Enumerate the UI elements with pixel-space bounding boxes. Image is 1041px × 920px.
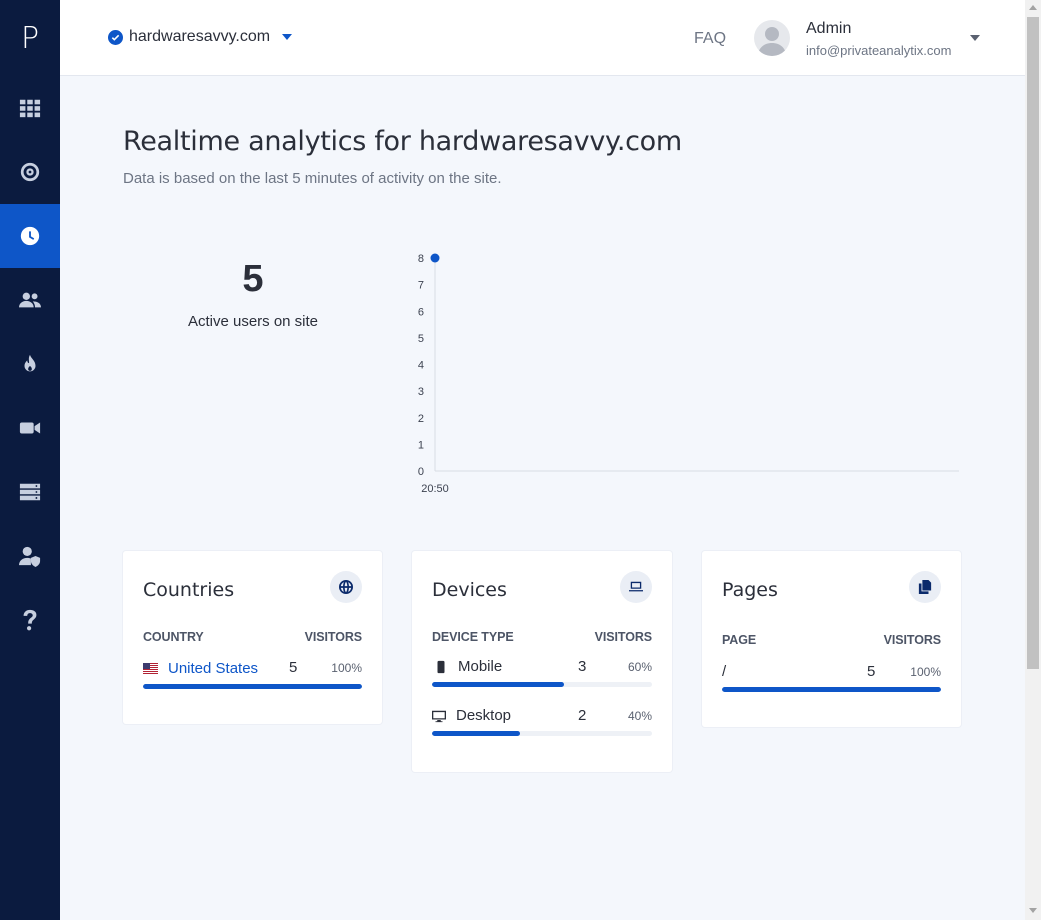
mobile-icon — [434, 660, 448, 674]
page-title: Realtime analytics for hardwaresavvy.com — [123, 126, 682, 157]
country-count: 5 — [289, 659, 298, 676]
scrollbar[interactable] — [1025, 0, 1041, 920]
pages-card: Pages PAGE VISITORS / 5 100% — [702, 551, 961, 727]
device-type-column-header: DEVICE TYPE — [432, 630, 514, 644]
y-tick-label: 7 — [418, 280, 424, 292]
nav-goals[interactable] — [0, 140, 60, 204]
copy-icon[interactable] — [909, 571, 941, 603]
nav-visitors[interactable] — [0, 268, 60, 332]
y-tick-label: 4 — [418, 360, 424, 372]
faq-link[interactable]: FAQ — [694, 30, 726, 48]
x-tick-label: 20:50 — [421, 483, 449, 495]
nav-help[interactable] — [0, 588, 60, 652]
video-icon — [19, 422, 41, 434]
scroll-down-icon[interactable] — [1029, 908, 1037, 913]
device-name: Mobile — [458, 658, 503, 675]
grid-icon — [19, 99, 41, 118]
check-circle-icon — [108, 29, 123, 45]
fire-icon — [24, 354, 36, 372]
page-bar — [722, 687, 941, 692]
active-users-label: Active users on site — [187, 313, 319, 330]
scroll-thumb[interactable] — [1027, 17, 1039, 669]
y-tick-label: 3 — [418, 386, 424, 398]
page-percent: 100% — [910, 665, 941, 679]
user-avatar-icon — [758, 27, 786, 56]
list-item[interactable]: United States — [143, 660, 258, 677]
countries-card: Countries COUNTRY VISITORS United States… — [123, 551, 382, 724]
page-path: / — [722, 663, 727, 680]
page-bar-fill — [722, 687, 941, 692]
nav-dashboard[interactable] — [0, 76, 60, 140]
device-bar-fill — [432, 682, 564, 687]
users-icon — [19, 292, 41, 308]
visitors-column-header: VISITORS — [304, 630, 362, 644]
devices-title: Devices — [432, 579, 507, 601]
y-tick-label: 6 — [418, 306, 424, 318]
y-tick-label: 0 — [418, 466, 424, 478]
target-icon — [20, 162, 40, 182]
page-count: 5 — [867, 663, 876, 680]
pages-title: Pages — [722, 579, 778, 601]
visitors-column-header: VISITORS — [883, 633, 941, 647]
country-name[interactable]: United States — [168, 660, 258, 677]
device-percent: 40% — [627, 709, 652, 723]
country-bar — [143, 684, 362, 689]
nav-realtime[interactable] — [0, 204, 60, 268]
question-icon — [23, 609, 37, 631]
data-point[interactable] — [430, 253, 440, 263]
page-subtitle: Data is based on the last 5 minutes of a… — [123, 170, 502, 187]
country-percent: 100% — [331, 661, 362, 675]
device-bar — [432, 731, 652, 736]
site-name: hardwaresavvy.com — [129, 28, 271, 45]
device-bar — [432, 682, 652, 687]
device-bar-fill — [432, 731, 520, 736]
app-logo[interactable]: P — [0, 0, 60, 76]
user-email: info@privateanalytix.com — [806, 43, 952, 58]
nav-heatmaps[interactable] — [0, 332, 60, 396]
devices-card: Devices DEVICE TYPE VISITORS Mobile 3 60… — [412, 551, 672, 772]
user-menu-chevron-icon[interactable] — [970, 35, 980, 41]
us-flag-icon — [143, 663, 158, 674]
user-name[interactable]: Admin — [806, 20, 851, 38]
country-bar-fill — [143, 684, 362, 689]
country-column-header: COUNTRY — [143, 630, 204, 644]
server-icon — [19, 483, 41, 501]
globe-icon[interactable] — [330, 571, 362, 603]
page-column-header: PAGE — [722, 633, 757, 647]
scroll-up-icon[interactable] — [1029, 5, 1037, 10]
nav-sites[interactable] — [0, 460, 60, 524]
list-item[interactable]: / — [722, 663, 726, 680]
site-selector[interactable]: hardwaresavvy.com — [108, 28, 293, 46]
y-tick-label: 2 — [418, 413, 424, 425]
y-tick-label: 1 — [418, 439, 424, 451]
nav-recordings[interactable] — [0, 396, 60, 460]
sidebar: P — [0, 0, 60, 920]
list-item[interactable]: Desktop — [432, 707, 511, 724]
desktop-icon — [432, 709, 446, 723]
clock-icon — [20, 226, 40, 246]
device-percent: 60% — [627, 660, 652, 674]
realtime-chart: 0 1 2 3 4 5 6 7 8 20:50 — [418, 253, 959, 495]
avatar[interactable] — [754, 20, 790, 56]
device-name: Desktop — [456, 707, 512, 724]
device-count: 2 — [578, 707, 587, 724]
user-shield-icon — [19, 546, 41, 567]
visitors-column-header: VISITORS — [594, 630, 652, 644]
device-count: 3 — [578, 658, 587, 675]
nav-users[interactable] — [0, 524, 60, 588]
chevron-down-icon — [282, 34, 293, 40]
y-tick-label: 5 — [418, 333, 424, 345]
list-item[interactable]: Mobile — [434, 658, 502, 675]
y-tick-label: 8 — [418, 253, 424, 265]
top-header: hardwaresavvy.com FAQ Admin info@private… — [60, 0, 1025, 76]
active-users-count: 5 — [242, 258, 264, 300]
laptop-icon[interactable] — [620, 571, 652, 603]
countries-title: Countries — [143, 579, 235, 601]
